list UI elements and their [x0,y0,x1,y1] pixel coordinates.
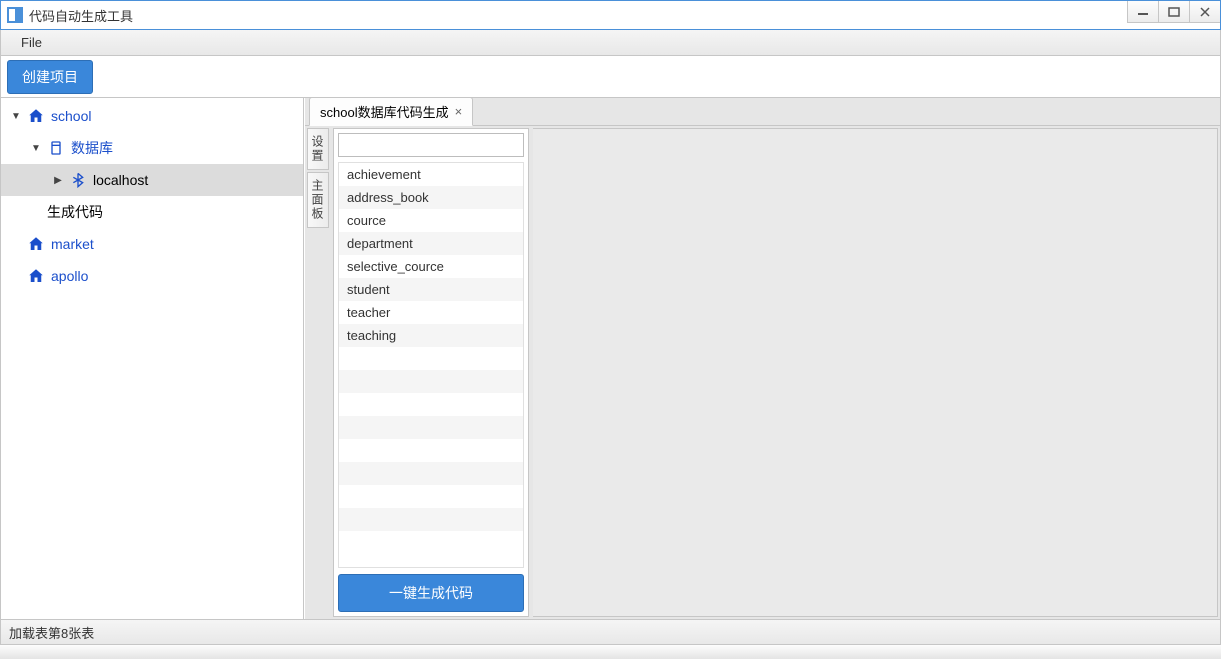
minimize-icon [1137,8,1149,16]
side-tabs: 设置 主面板 [307,128,329,617]
tree-arrow-spacer [9,237,23,251]
editor-body: 设置 主面板 achievement address_book cource d… [305,126,1220,619]
table-item[interactable]: achievement [339,163,523,186]
tab-label: school数据库代码生成 [320,102,449,121]
menubar: File [0,30,1221,56]
create-project-button[interactable]: 创建项目 [7,60,93,94]
table-item[interactable]: selective_cource [339,255,523,278]
project-tree[interactable]: school 数据库 localhost 生成代码 [1,98,304,619]
editor-area: school数据库代码生成 × 设置 主面板 achievement addre… [304,98,1220,619]
tree-item-generate-code[interactable]: 生成代码 [1,196,303,228]
table-item[interactable]: student [339,278,523,301]
table-item-empty [339,462,523,485]
tree-arrow-spacer [9,269,23,283]
tab-close-button[interactable]: × [455,104,463,119]
main-split: school 数据库 localhost 生成代码 [0,98,1221,619]
maximize-button[interactable] [1158,1,1189,23]
table-item[interactable]: teaching [339,324,523,347]
tree-item-school[interactable]: school [1,100,303,132]
tree-label: market [51,236,94,252]
tree-arrow-icon[interactable] [29,141,43,155]
generate-code-button[interactable]: 一键生成代码 [338,574,524,612]
table-item-empty [339,416,523,439]
table-list-panel: achievement address_book cource departme… [333,128,529,617]
window-title: 代码自动生成工具 [29,6,133,25]
tree-arrow-icon[interactable] [9,109,23,123]
table-item-empty [339,393,523,416]
tree-label: 数据库 [71,138,113,158]
home-icon [27,107,45,125]
table-item[interactable]: cource [339,209,523,232]
tree-item-market[interactable]: market [1,228,303,260]
table-list[interactable]: achievement address_book cource departme… [338,162,524,568]
statusbar: 加载表第8张表 [0,619,1221,645]
tree-label: apollo [51,268,88,284]
table-item-empty [339,485,523,508]
toolbar: 创建项目 [0,56,1221,98]
app-icon [7,7,23,23]
table-item[interactable]: teacher [339,301,523,324]
tree-arrow-icon[interactable] [51,173,65,187]
bluetooth-icon [69,171,87,189]
home-icon [27,267,45,285]
maximize-icon [1168,7,1180,17]
table-search-input[interactable] [338,133,524,157]
table-item-empty [339,508,523,531]
minimize-button[interactable] [1127,1,1158,23]
menu-file[interactable]: File [15,32,48,53]
table-item[interactable]: department [339,232,523,255]
database-icon [47,139,65,157]
close-icon [1199,6,1211,18]
table-item-empty [339,347,523,370]
table-item-empty [339,370,523,393]
status-text: 加载表第8张表 [9,623,94,642]
table-item-empty [339,439,523,462]
editor-tabs: school数据库代码生成 × [305,98,1220,126]
side-tab-settings[interactable]: 设置 [307,128,329,170]
window-controls [1127,1,1220,23]
table-item[interactable]: address_book [339,186,523,209]
tree-item-localhost[interactable]: localhost [1,164,303,196]
tree-item-apollo[interactable]: apollo [1,260,303,292]
bottom-strip [0,645,1221,659]
editor-tab-school-db[interactable]: school数据库代码生成 × [309,97,473,126]
titlebar: 代码自动生成工具 [0,0,1221,30]
editor-preview-area [533,128,1218,617]
side-tab-main-panel[interactable]: 主面板 [307,172,329,228]
close-button[interactable] [1189,1,1220,23]
tree-label: localhost [93,172,148,188]
tree-label: school [51,108,91,124]
tree-arrow-spacer [29,205,43,219]
home-icon [27,235,45,253]
tree-item-database[interactable]: 数据库 [1,132,303,164]
tree-label: 生成代码 [47,202,103,222]
